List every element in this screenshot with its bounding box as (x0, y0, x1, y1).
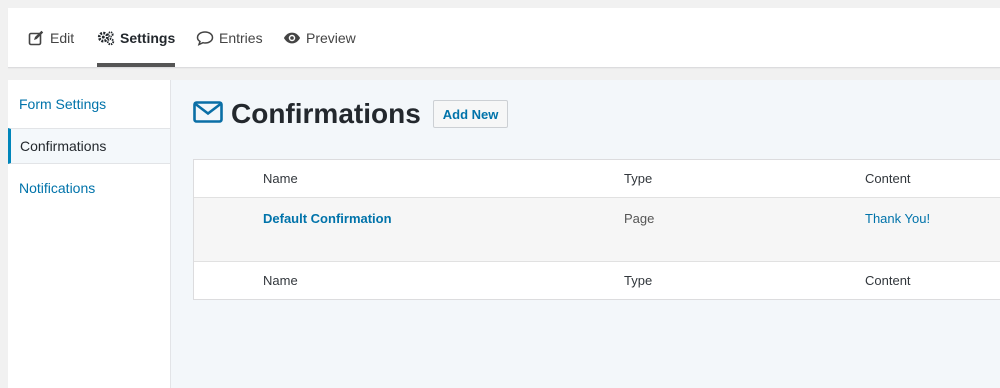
edit-icon (27, 29, 45, 47)
tab-settings[interactable]: Settings (97, 8, 176, 67)
row-type-cell: Page (624, 211, 655, 226)
row-name-cell: Default Confirmation (263, 211, 392, 226)
main-panel: Confirmations Add New Name Type Content … (171, 80, 1000, 388)
table-header: Name Type Content (194, 160, 1000, 198)
page-title: Confirmations (231, 98, 421, 129)
row-content-cell: Thank You! (865, 211, 930, 226)
tab-entries[interactable]: Entries (196, 8, 263, 67)
confirmation-name-link[interactable]: Default Confirmation (263, 211, 392, 226)
column-footer-type[interactable]: Type (624, 262, 652, 299)
tab-preview[interactable]: Preview (283, 8, 356, 67)
column-header-name[interactable]: Name (263, 160, 298, 197)
envelope-icon (193, 100, 223, 128)
tab-edit[interactable]: Edit (27, 8, 74, 67)
tab-edit-label: Edit (50, 29, 75, 46)
column-header-content[interactable]: Content (865, 160, 911, 197)
eye-icon (283, 29, 301, 47)
confirmation-content-link[interactable]: Thank You! (865, 211, 930, 226)
sidebar-item-confirmations[interactable]: Confirmations (8, 128, 170, 164)
settings-sidebar: Form Settings Confirmations Notification… (8, 80, 171, 388)
tab-settings-label: Settings (120, 29, 176, 46)
page-heading: Confirmations Add New (193, 98, 509, 130)
table-footer: Name Type Content (194, 261, 1000, 299)
sidebar-item-notifications[interactable]: Notifications (8, 171, 170, 205)
add-new-button[interactable]: Add New (432, 100, 509, 128)
tab-entries-label: Entries (219, 29, 263, 46)
gears-icon (97, 29, 115, 47)
column-footer-name[interactable]: Name (263, 262, 298, 299)
tab-preview-label: Preview (306, 29, 356, 46)
sidebar-item-form-settings[interactable]: Form Settings (8, 87, 170, 121)
confirmations-table: Name Type Content Default Confirmation P… (193, 159, 1000, 300)
column-footer-content[interactable]: Content (865, 262, 911, 299)
table-row: Default Confirmation Page Thank You! (194, 198, 1000, 261)
column-header-type[interactable]: Type (624, 160, 652, 197)
comment-icon (196, 29, 214, 47)
top-tab-bar: Edit Settings Entries Preview (8, 8, 1000, 68)
